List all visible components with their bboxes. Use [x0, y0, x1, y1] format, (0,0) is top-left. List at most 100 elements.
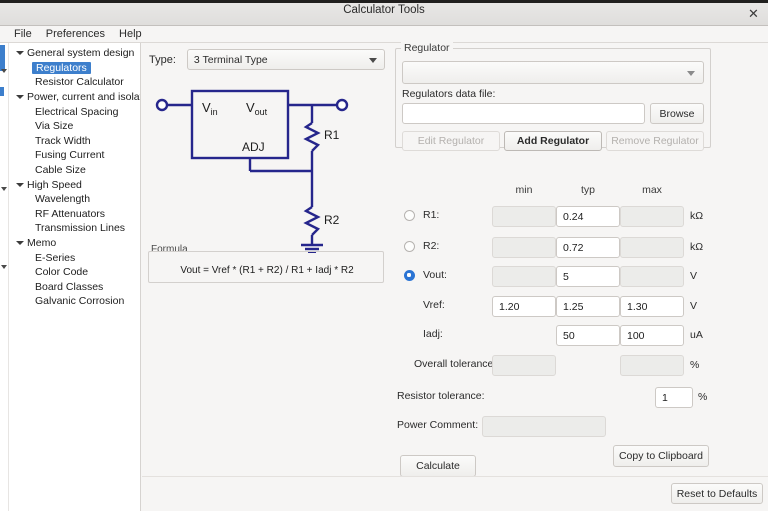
regulators-data-file-input[interactable] — [402, 103, 645, 124]
tree-item-board-classes[interactable]: Board Classes — [9, 280, 140, 295]
iadj-typ-input[interactable]: 50 — [556, 325, 620, 346]
param-label-r1: R1: — [423, 209, 440, 221]
menu-item-help[interactable]: Help — [112, 27, 149, 42]
tree-item-regulators[interactable]: Regulators — [9, 61, 140, 76]
vout-label: Vout — [246, 100, 268, 117]
param-row-overall-tolerance: Overall tolerance: % — [142, 353, 768, 378]
tree-item-label: Transmission Lines — [35, 222, 126, 235]
param-row-iadj: Iadj: 50 100 uA — [142, 323, 768, 348]
resistor-tolerance-input[interactable]: 1 — [655, 387, 693, 408]
edit-regulator-button[interactable]: Edit Regulator — [402, 131, 500, 151]
power-comment-input[interactable] — [482, 416, 606, 437]
vout-min-input[interactable] — [492, 266, 556, 287]
type-select[interactable]: 3 Terminal Type — [186, 49, 385, 70]
tree-item-rf-attenuators[interactable]: RF Attenuators — [9, 207, 140, 222]
reset-to-defaults-button[interactable]: Reset to Defaults — [671, 483, 763, 504]
overall-tolerance-unit: % — [690, 359, 700, 371]
vref-max-input[interactable]: 1.30 — [620, 296, 684, 317]
vref-typ-input[interactable]: 1.25 — [556, 296, 620, 317]
vref-min-input[interactable]: 1.20 — [492, 296, 556, 317]
tree-item-label: Board Classes — [35, 280, 104, 293]
vref-unit: V — [690, 300, 698, 312]
copy-to-clipboard-button[interactable]: Copy to Clipboard — [613, 445, 709, 467]
remove-regulator-button[interactable]: Remove Regulator — [606, 131, 704, 151]
r1-min-input[interactable] — [492, 206, 556, 227]
tree-item-transmission-lines[interactable]: Transmission Lines — [9, 221, 140, 236]
tree-item-cable-size[interactable]: Cable Size — [9, 163, 140, 178]
column-header-min: min — [515, 184, 533, 196]
background-window-edge — [0, 43, 9, 511]
chevron-down-icon[interactable] — [13, 51, 27, 56]
r1-max-input[interactable] — [620, 206, 684, 227]
tree-item-label: Electrical Spacing — [35, 105, 119, 118]
tree-group-high-speed[interactable]: High Speed — [9, 177, 140, 192]
tree-item-label: E-Series — [35, 251, 76, 264]
chevron-down-icon[interactable] — [13, 95, 27, 100]
tree-item-e-series[interactable]: E-Series — [9, 250, 140, 265]
tree-group-general-system-design[interactable]: General system design — [9, 46, 140, 61]
param-label-iadj: Iadj: — [423, 328, 443, 340]
r2-max-input[interactable] — [620, 237, 684, 258]
window-title: Calculator Tools — [343, 4, 425, 16]
tree-group-memo[interactable]: Memo — [9, 236, 140, 251]
edge-caret-icon-2 — [1, 187, 7, 191]
r2-unit: kΩ — [690, 241, 704, 253]
radio-r2[interactable] — [404, 241, 415, 252]
r2-min-input[interactable] — [492, 237, 556, 258]
column-header-typ: typ — [580, 184, 595, 196]
vout-max-input[interactable] — [620, 266, 684, 287]
browse-button[interactable]: Browse — [650, 103, 704, 124]
overall-tolerance-max-input[interactable] — [620, 355, 684, 376]
edge-highlight-upper — [0, 45, 5, 71]
type-label: Type: — [149, 53, 176, 66]
chevron-down-icon[interactable] — [13, 182, 27, 187]
menu-item-preferences[interactable]: Preferences — [39, 27, 112, 42]
radio-r1[interactable] — [404, 210, 415, 221]
param-row-vref: Vref: 1.20 1.25 1.30 V — [142, 294, 768, 319]
vin-label: Vin — [202, 100, 218, 117]
tree-item-label: Cable Size — [35, 164, 86, 177]
tree-item-label: Via Size — [35, 120, 74, 133]
tree-item-label: Galvanic Corrosion — [35, 295, 125, 308]
tree-item-label: RF Attenuators — [35, 207, 106, 220]
tree-group-power-current-isolation[interactable]: Power, current and isolation — [9, 90, 140, 105]
r1-unit: kΩ — [690, 210, 704, 222]
param-row-vout: Vout: 5 V — [142, 264, 768, 289]
menu-item-file[interactable]: File — [7, 27, 39, 42]
calculate-button[interactable]: Calculate — [400, 455, 476, 477]
param-label-power-comment: Power Comment: — [397, 419, 479, 431]
tree-item-label: General system design — [27, 47, 135, 60]
title-bar-strip — [0, 0, 768, 3]
edge-caret-icon-3 — [1, 265, 7, 269]
param-row-r1: R1: 0.24 kΩ — [142, 204, 768, 229]
r1-typ-input[interactable]: 0.24 — [556, 206, 620, 227]
tree-item-label: Color Code — [35, 266, 89, 279]
chevron-down-icon — [687, 71, 695, 76]
tree-item-color-code[interactable]: Color Code — [9, 265, 140, 280]
tree-item-wavelength[interactable]: Wavelength — [9, 192, 140, 207]
iadj-max-input[interactable]: 100 — [620, 325, 684, 346]
close-icon[interactable]: ✕ — [745, 5, 762, 22]
chevron-down-icon[interactable] — [13, 241, 27, 246]
tree-item-track-width[interactable]: Track Width — [9, 134, 140, 149]
r2-typ-input[interactable]: 0.72 — [556, 237, 620, 258]
tree-item-galvanic-corrosion[interactable]: Galvanic Corrosion — [9, 294, 140, 309]
param-label-overall-tolerance: Overall tolerance: — [414, 358, 497, 370]
regulators-data-file-label: Regulators data file: — [402, 88, 496, 100]
overall-tolerance-min-input[interactable] — [492, 355, 556, 376]
r1-label: R1 — [324, 128, 340, 142]
tree-item-resistor-calculator[interactable]: Resistor Calculator — [9, 75, 140, 90]
calculator-tools-window: Calculator Tools ✕ File Preferences Help… — [0, 0, 768, 511]
bottom-separator — [142, 476, 768, 477]
regulator-select[interactable] — [402, 61, 704, 84]
tree-item-via-size[interactable]: Via Size — [9, 119, 140, 134]
tree-item-label: Resistor Calculator — [35, 76, 124, 89]
tree-item-fusing-current[interactable]: Fusing Current — [9, 148, 140, 163]
vout-typ-input[interactable]: 5 — [556, 266, 620, 287]
add-regulator-button[interactable]: Add Regulator — [504, 131, 602, 151]
radio-vout[interactable] — [404, 270, 415, 281]
tree-item-label: Wavelength — [35, 193, 91, 206]
tree-item-electrical-spacing[interactable]: Electrical Spacing — [9, 104, 140, 119]
navigation-tree[interactable]: General system design Regulators Resisto… — [9, 43, 141, 511]
tree-item-label: Memo — [27, 237, 57, 250]
